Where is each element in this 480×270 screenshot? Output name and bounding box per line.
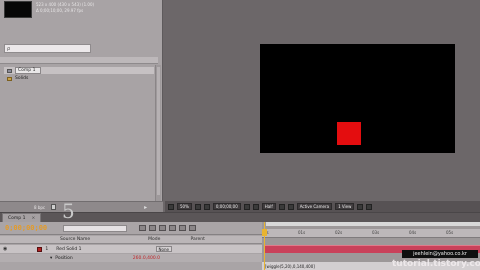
resolution-dropdown[interactable]: Half (261, 203, 276, 210)
ruler-tick: 01s (298, 230, 306, 235)
project-item-folder[interactable]: Solids (4, 75, 154, 82)
project-scrollbar[interactable] (155, 65, 161, 201)
current-time-display[interactable]: 0;00;00;00 (5, 224, 47, 232)
view-layout-dropdown[interactable]: 1 View (335, 203, 355, 210)
project-panel (0, 0, 163, 212)
bit-depth-button[interactable]: 8 bpc (34, 205, 45, 210)
viewer-timecode[interactable]: 0;00;00;00 (212, 203, 241, 210)
eye-icon[interactable]: ◉ (3, 246, 7, 252)
shy-icon[interactable] (159, 225, 167, 231)
color-channel-icon[interactable] (252, 203, 259, 210)
trash-icon[interactable] (51, 204, 57, 210)
transparency-grid-icon[interactable] (287, 203, 294, 210)
comp-size-info: 523 x 400 (430 x 543) (1.00) (36, 2, 95, 7)
project-column-header (0, 57, 158, 64)
search-icon: ρ (7, 46, 11, 52)
ruler-tick: 04s (409, 230, 417, 235)
draft-3d-icon[interactable] (149, 225, 157, 231)
fast-preview-icon[interactable] (366, 203, 373, 210)
timeline-column-header: Source Name Mode Parent (0, 236, 262, 244)
parent-dropdown[interactable]: None (155, 246, 172, 252)
layer-label-color[interactable] (37, 246, 43, 252)
grid-icon[interactable] (194, 203, 201, 210)
pixel-aspect-icon[interactable] (357, 203, 364, 210)
source-name-column[interactable]: Source Name (60, 237, 90, 242)
ruler-tick: 03s (372, 230, 380, 235)
property-value[interactable]: 260.0,400.0 (133, 256, 160, 261)
work-area-bar[interactable] (266, 222, 480, 226)
property-row[interactable]: ▾ Position 260.0,400.0 (0, 254, 262, 262)
always-preview-icon[interactable] (168, 203, 174, 210)
comp-duration-info: Δ 0;00;10;00, 29.97 fps (36, 8, 84, 13)
frame-blending-icon[interactable] (169, 225, 177, 231)
expand-arrow-icon[interactable]: ▾ (50, 256, 52, 261)
project-item-label: Solids (15, 76, 29, 81)
mask-icon[interactable] (203, 203, 210, 210)
parent-column[interactable]: Parent (190, 237, 204, 242)
project-search-input[interactable]: ρ (4, 44, 91, 53)
camera-dropdown[interactable]: Active Camera (296, 203, 333, 210)
timeline-search-input[interactable] (63, 224, 128, 232)
layer-row[interactable]: ◉ 1 Red Solid 1 None (0, 245, 262, 253)
close-icon[interactable]: × (31, 216, 35, 221)
watermark-site: tutorial.tistory.com (392, 259, 480, 269)
scrollbar-thumb[interactable] (157, 67, 160, 195)
ruler-tick: 05s (446, 230, 454, 235)
project-item-comp[interactable]: Comp 1 (4, 67, 154, 74)
project-item-label[interactable]: Comp 1 (15, 67, 41, 74)
playhead-handle[interactable] (262, 229, 267, 236)
tab-comp-1[interactable]: Comp 1 × (2, 213, 42, 222)
ruler-tick: 02s (335, 230, 343, 235)
comp-mini-flowchart-icon[interactable] (139, 225, 147, 231)
composition-icon (7, 68, 12, 73)
project-footer: 8 bpc ▸ (0, 201, 163, 212)
motion-blur-icon[interactable] (179, 225, 187, 231)
number-overlay: 5 (62, 199, 75, 223)
watermark-email: jeehlein@yahoo.co.kr (402, 250, 478, 258)
layer-index: 1 (45, 246, 49, 252)
region-of-interest-icon[interactable] (278, 203, 285, 210)
scroll-right-icon[interactable]: ▸ (144, 204, 147, 211)
layer-name[interactable]: Red Solid 1 (56, 247, 81, 252)
folder-icon (7, 76, 12, 81)
timeline-controls: 0;00;00;00 (0, 222, 262, 235)
camera-snapshot-icon[interactable] (243, 203, 250, 210)
zoom-dropdown[interactable]: 50% (177, 203, 192, 210)
comp-thumbnail (4, 1, 32, 18)
time-ruler[interactable]: 0s 01s 02s 03s 04s 05s (262, 229, 480, 238)
red-solid-layer[interactable] (337, 122, 361, 145)
tab-label: Comp 1 (8, 215, 26, 221)
mode-column[interactable]: Mode (148, 237, 160, 242)
graph-editor-icon[interactable] (189, 225, 197, 231)
viewer-toolbar: 50% 0;00;00;00 Half Active Camera 1 View (165, 201, 480, 212)
property-name: Position (55, 255, 73, 261)
